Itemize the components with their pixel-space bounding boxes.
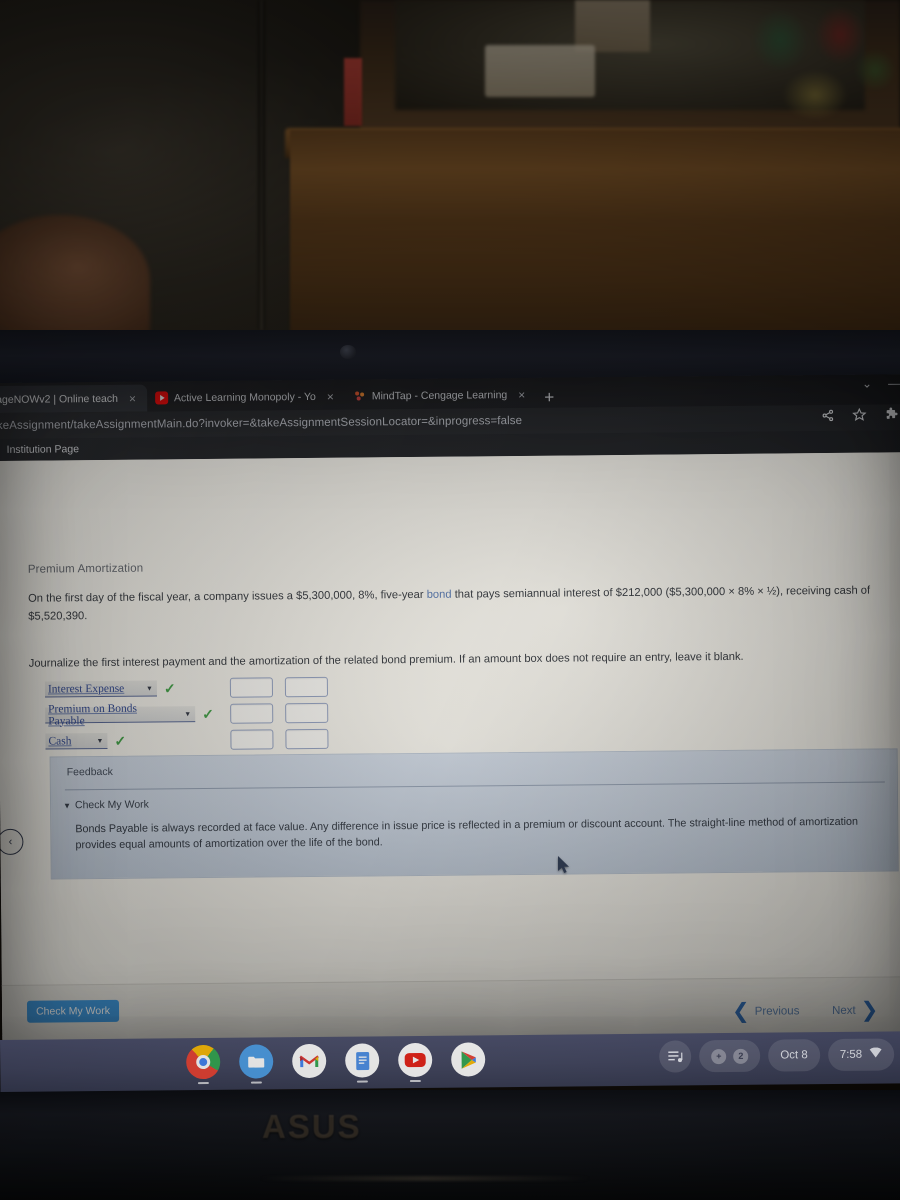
share-icon[interactable] — [821, 408, 834, 426]
date-label: Oct 8 — [780, 1049, 808, 1062]
extensions-puzzle-icon[interactable] — [884, 407, 898, 426]
chevron-down-icon: ▼ — [96, 736, 104, 745]
credit-input-row1[interactable] — [284, 676, 329, 698]
browser-tab-youtube[interactable]: Active Learning Monopoly - Yo × — [147, 383, 345, 412]
window-controls: ⌄ — — [862, 376, 900, 390]
amount-box-row — [229, 674, 329, 701]
mindtap-icon — [353, 389, 366, 402]
account-select-label: Cash — [48, 734, 72, 748]
address-bar[interactable]: akeAssignment/takeAssignmentMain.do?invo… — [0, 415, 522, 432]
gmail-icon[interactable] — [292, 1043, 327, 1079]
tab-close-icon[interactable]: × — [322, 389, 339, 403]
check-my-work-expander-label: Check My Work — [74, 798, 149, 812]
bond-glossary-link[interactable]: bond — [427, 589, 452, 601]
time-label: 7:58 — [839, 1048, 863, 1061]
sidebar-collapse-handle[interactable]: ‹ — [0, 828, 24, 856]
triangle-down-icon: ▼ — [63, 800, 72, 810]
account-select-premium-on-bonds-payable[interactable]: Premium on Bonds Payable ▼ — [45, 702, 196, 727]
chrome-icon-center — [196, 1054, 211, 1070]
flower-arrangement — [735, 0, 895, 125]
youtube-icon[interactable] — [398, 1042, 433, 1078]
status-check-icon: ✓ — [114, 732, 127, 749]
next-button[interactable]: Next ❯ — [832, 998, 879, 1022]
chevron-down-icon: ▼ — [184, 709, 192, 718]
chrome-icon[interactable] — [186, 1044, 221, 1080]
feedback-divider — [64, 781, 885, 791]
amount-box-row — [230, 726, 329, 753]
chevron-down-icon[interactable]: ⌄ — [862, 377, 872, 391]
add-badge-icon: + — [711, 1048, 727, 1064]
minimize-icon[interactable]: — — [888, 376, 900, 390]
status-badges[interactable]: + 2 — [699, 1039, 761, 1073]
amount-box-grid — [229, 674, 329, 753]
date-display[interactable]: Oct 8 — [768, 1039, 820, 1072]
doorframe-edge — [258, 0, 265, 330]
browser-tab-title: Active Learning Monopoly - Yo — [173, 390, 316, 404]
playlist-icon[interactable] — [659, 1040, 692, 1073]
status-check-icon: ✓ — [202, 705, 214, 723]
files-icon[interactable] — [239, 1044, 274, 1079]
browser-tab-mindtap[interactable]: MindTap - Cengage Learning × — [345, 381, 537, 410]
instruction-text: Journalize the first interest payment an… — [28, 650, 744, 670]
red-candle — [344, 58, 362, 126]
assignment-page: Premium Amortization On the first day of… — [0, 452, 900, 1043]
laptop-bottom-bezel — [0, 1090, 900, 1200]
play-store-icon[interactable] — [451, 1042, 486, 1077]
toolbar-icon-group — [821, 407, 898, 427]
chevron-right-icon: ❯ — [860, 998, 879, 1022]
problem-statement: On the first day of the fiscal year, a c… — [28, 582, 883, 626]
page-viewport: Premium Amortization On the first day of… — [0, 452, 900, 1043]
wooden-dresser — [290, 130, 900, 345]
chevron-down-icon: ▼ — [145, 684, 153, 693]
youtube-icon — [154, 391, 169, 405]
tab-close-icon[interactable]: × — [513, 387, 530, 401]
journal-row: Interest Expense ▼ ✓ — [44, 675, 214, 703]
journal-row: Cash ▼ ✓ — [45, 727, 214, 755]
feedback-panel: Feedback ▼ Check My Work Bonds Payable i… — [49, 748, 899, 880]
shelf-app-launcher-group — [186, 1042, 486, 1080]
problem-text-part1: On the first day of the fiscal year, a c… — [28, 588, 427, 605]
account-select-cash[interactable]: Cash ▼ — [45, 732, 108, 750]
previous-button-label: Previous — [754, 1005, 800, 1018]
check-my-work-button[interactable]: Check My Work — [26, 999, 120, 1023]
next-button-label: Next — [832, 1004, 856, 1017]
status-check-icon: ✓ — [163, 680, 176, 697]
page-title: Premium Amortization — [27, 562, 144, 576]
bezel-highlight-strip — [260, 1176, 590, 1181]
browser-tab-cengagenow[interactable]: ageNOWv2 | Online teach × — [0, 384, 148, 414]
chevron-left-icon: ❮ — [731, 999, 750, 1023]
account-select-label: Interest Expense — [47, 682, 125, 696]
browser-tab-title: ageNOWv2 | Online teach — [0, 392, 119, 406]
debit-input-row2[interactable] — [230, 703, 274, 724]
account-select-interest-expense[interactable]: Interest Expense ▼ — [44, 680, 158, 698]
check-my-work-expander[interactable]: ▼ Check My Work — [63, 799, 149, 812]
decorative-box — [485, 45, 595, 97]
browser-tab-title: MindTap - Cengage Learning — [371, 388, 508, 402]
webcam-icon — [340, 345, 356, 359]
credit-input-row2[interactable] — [285, 702, 329, 724]
amount-box-row — [230, 700, 329, 727]
feedback-title: Feedback — [66, 765, 113, 779]
journal-row: Premium on Bonds Payable ▼ ✓ — [45, 701, 214, 729]
bookmark-institution-page[interactable]: Institution Page — [1, 443, 86, 456]
debit-input-row3[interactable] — [230, 729, 274, 750]
notification-count-badge: 2 — [733, 1048, 749, 1064]
clock-and-network[interactable]: 7:58 — [827, 1038, 895, 1072]
system-tray: + 2 Oct 8 7:58 — [659, 1038, 895, 1073]
asus-brand-logo: ASUS — [262, 1108, 362, 1145]
debit-input-row1[interactable] — [229, 677, 274, 698]
new-tab-button[interactable]: + — [536, 388, 564, 408]
credit-input-row3[interactable] — [285, 728, 329, 750]
journal-entry-accounts: Interest Expense ▼ ✓ Premium on Bonds Pa… — [44, 675, 214, 755]
feedback-body-text: Bonds Payable is always recorded at face… — [75, 815, 859, 852]
wifi-icon — [869, 1047, 882, 1062]
laptop-screen: ageNOWv2 | Online teach × Active Learnin… — [0, 374, 900, 1043]
docs-icon[interactable] — [345, 1043, 380, 1078]
tab-close-icon[interactable]: × — [124, 391, 141, 405]
bookmark-star-icon[interactable] — [852, 407, 867, 427]
account-select-label: Premium on Bonds Payable — [48, 702, 137, 728]
chromeos-shelf: + 2 Oct 8 7:58 — [0, 1031, 900, 1092]
previous-button[interactable]: ❮ Previous — [731, 999, 800, 1023]
